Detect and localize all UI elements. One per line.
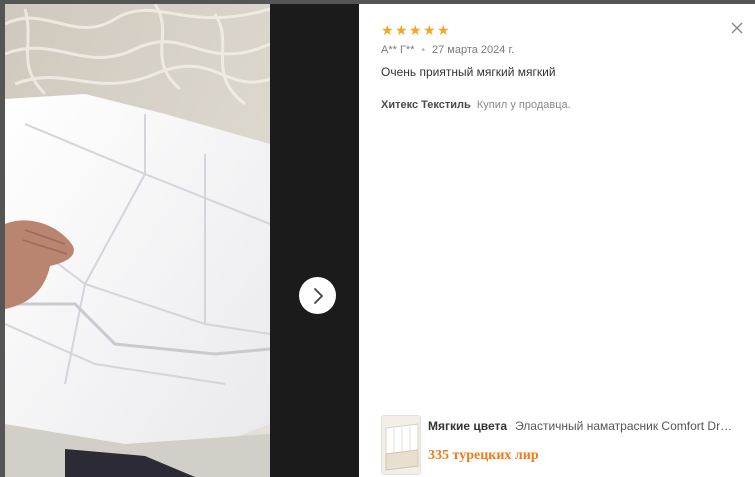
review-panel: ★ ★ ★ ★ ★ А** Г** • 27 марта 2024 г. Очень п… bbox=[359, 4, 755, 477]
product-card[interactable]: Мягкие цвета Эластичный наматрасник Comf… bbox=[381, 415, 745, 477]
product-title-line: Мягкие цвета Эластичный наматрасник Comf… bbox=[428, 419, 745, 433]
seller-note: Купил у продавца. bbox=[476, 99, 571, 111]
review-date: 27 марта 2024 г. bbox=[432, 44, 515, 56]
seller-info: Хитекс Текстиль Купил у продавца. bbox=[381, 99, 755, 111]
product-name[interactable]: Эластичный наматрасник Comfort Dream bbox=[515, 419, 737, 433]
chevron-right-icon bbox=[311, 287, 325, 305]
product-price: 335 турецких лир bbox=[428, 448, 539, 463]
close-icon bbox=[729, 22, 745, 40]
review-media-viewer bbox=[5, 4, 359, 477]
seller-name[interactable]: Хитекс Текстиль bbox=[381, 99, 471, 111]
review-photo bbox=[5, 4, 270, 477]
star-icon: ★ bbox=[381, 22, 394, 38]
product-thumbnail[interactable] bbox=[381, 415, 421, 475]
star-icon: ★ bbox=[395, 22, 408, 38]
review-modal: ★ ★ ★ ★ ★ А** Г** • 27 марта 2024 г. Очень п… bbox=[5, 4, 755, 477]
star-rating: ★ ★ ★ ★ ★ bbox=[381, 22, 755, 38]
close-button[interactable] bbox=[729, 20, 745, 36]
product-info: Мягкие цвета Эластичный наматрасник Comf… bbox=[428, 415, 745, 477]
review-text: Очень приятный мягкий мягкий bbox=[381, 65, 556, 79]
next-photo-button[interactable] bbox=[299, 277, 336, 314]
star-icon: ★ bbox=[437, 22, 450, 38]
star-icon: ★ bbox=[423, 22, 436, 38]
review-author: А** Г** bbox=[381, 44, 415, 56]
meta-separator: • bbox=[421, 44, 425, 56]
product-brand: Мягкие цвета bbox=[428, 419, 508, 433]
review-meta: А** Г** • 27 марта 2024 г. bbox=[381, 44, 755, 56]
star-icon: ★ bbox=[409, 22, 422, 38]
